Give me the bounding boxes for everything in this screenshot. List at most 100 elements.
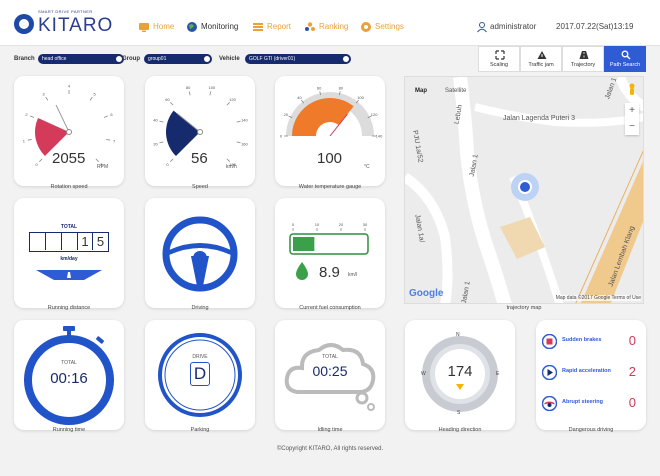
rotation-speed-caption: Rotation speed xyxy=(50,184,88,190)
user-icon xyxy=(477,22,487,33)
speed-card: 0 20 40 60 80 100 120 140 160 180 56 km/h xyxy=(145,76,255,186)
danger-count: 0 xyxy=(628,395,636,410)
gauge-tick xyxy=(226,102,230,106)
zoom-out-button[interactable]: − xyxy=(625,119,639,135)
steering-icon xyxy=(542,396,557,411)
heading-direction-card: N S E W 174 xyxy=(405,320,515,430)
gauge-tick xyxy=(170,158,174,162)
danger-row-sudden-brakes: Sudden brakes 0 xyxy=(536,327,646,357)
gauge-tick xyxy=(95,158,99,162)
rpm-value: 2055 xyxy=(52,150,86,167)
gauge-tick-label: 120 xyxy=(229,97,236,102)
gauge-tick-label: 160 xyxy=(241,141,248,146)
dangerous-driving-card: Sudden brakes 0 Rapid acceleration 2 Abr… xyxy=(536,320,646,430)
trajectory-map-caption: trajectory map xyxy=(506,305,542,311)
compass-south: S xyxy=(457,410,461,416)
speed-gauge: 020406080 100120140160180 xyxy=(153,85,248,167)
select-toggle-icon xyxy=(343,56,349,62)
traffic-jam-label: Traffic jam xyxy=(528,62,554,68)
vehicle-select[interactable]: GOLF GTI (driver01) xyxy=(245,54,351,64)
branch-select[interactable]: head office xyxy=(38,54,124,64)
gauge-tick-label: 4 xyxy=(68,84,71,89)
street-view-pegman-icon[interactable] xyxy=(627,83,637,97)
road-icon xyxy=(579,51,589,59)
trajectory-label: Trajectory xyxy=(570,62,596,68)
gauge-tick xyxy=(159,120,164,123)
steering-wheel-icon xyxy=(162,216,238,292)
trajectory-button[interactable]: Trajectory xyxy=(562,46,604,72)
group-value: group01 xyxy=(148,56,167,62)
gauge-tick-label: 1 xyxy=(23,138,26,143)
trajectory-map[interactable]: Map Satellite Jalan Lagenda Puteri 3 Jal… xyxy=(404,76,644,304)
scaling-button[interactable]: Scaling xyxy=(478,46,520,72)
branch-label: Branch xyxy=(14,56,35,62)
danger-label: Abrupt steering xyxy=(562,399,603,405)
path-search-button[interactable]: Path Search xyxy=(604,46,646,72)
vehicle-value: GOLF GTI (driver01) xyxy=(249,56,296,62)
gauge-tick-label: 5 xyxy=(93,91,96,96)
fuel-drop-icon xyxy=(296,262,308,280)
expand-icon xyxy=(495,50,505,60)
road-graphic-icon xyxy=(36,270,102,280)
gauge-tick xyxy=(236,120,241,123)
traffic-jam-button[interactable]: Traffic jam xyxy=(520,46,562,72)
fuel-tick-label: 10 xyxy=(315,222,320,227)
search-icon xyxy=(621,50,631,60)
kitaro-logo[interactable]: SMART DRIVE PARTNER KITARO xyxy=(14,9,122,39)
fuel-bar-fill xyxy=(293,237,315,251)
group-select[interactable]: group01 xyxy=(144,54,212,64)
rpm-hub xyxy=(66,129,72,135)
running-distance-card: TOTAL 1 5 km/day xyxy=(14,198,124,308)
running-distance-caption: Running distance xyxy=(47,305,91,311)
heading-direction-caption: Heading direction xyxy=(438,427,482,433)
header-bar: SMART DRIVE PARTNER KITARO Home Monitori… xyxy=(0,0,660,46)
user-name: administrator xyxy=(490,22,537,31)
gear-icon xyxy=(361,22,371,32)
parking-caption: Parking xyxy=(190,427,210,433)
water-temp-card: 0 20 40 60 80 100 120 140 100 °C xyxy=(275,76,385,186)
compass-north: N xyxy=(456,332,460,338)
copyright-footer: ©Copyright KITARO, All rights reserved. xyxy=(276,446,384,452)
running-time-caption: Running time xyxy=(52,427,86,433)
idling-total-label: TOTAL xyxy=(322,354,338,360)
danger-row-abrupt-steering: Abrupt steering 0 xyxy=(536,389,646,419)
danger-row-rapid-acceleration: Rapid acceleration 2 xyxy=(536,358,646,388)
select-toggle-icon xyxy=(204,56,210,62)
zoom-control: + − xyxy=(625,103,639,135)
monitor-icon xyxy=(139,23,149,32)
gauge-tick-label: 40 xyxy=(153,118,158,123)
nav-settings-label: Settings xyxy=(375,22,404,31)
branch-value: head office xyxy=(42,56,67,62)
fuel-value: 8.9 xyxy=(319,264,340,281)
parking-drive-label: DRIVE xyxy=(192,354,208,360)
temp-value: 100 xyxy=(317,150,343,167)
gauge-tick-label: 0 xyxy=(280,134,283,139)
gauge-tick xyxy=(236,141,241,144)
brake-icon xyxy=(542,334,557,349)
fuel-bar-gauge: 0 10 20 30 xyxy=(289,222,369,280)
gauge-tick-label: 0 xyxy=(166,162,169,167)
gauge-tick-label: 80 xyxy=(339,86,344,91)
gauge-tick xyxy=(103,115,108,118)
zoom-in-button[interactable]: + xyxy=(625,103,639,119)
vehicle-label: Vehicle xyxy=(219,56,240,62)
gauge-tick-label: 0 xyxy=(35,162,38,167)
logo-text: KITARO xyxy=(38,15,114,36)
running-time-total-label: TOTAL xyxy=(61,360,77,366)
gauge-tick xyxy=(170,102,174,106)
idling-time-card: TOTAL 00:25 xyxy=(275,320,385,430)
gauge-tick-label: 100 xyxy=(357,95,364,100)
driving-caption: Driving xyxy=(191,305,209,311)
heading-value: 174 xyxy=(447,363,473,380)
fuel-tick-label: 20 xyxy=(339,222,344,227)
rpm-unit: RPM xyxy=(97,164,109,170)
gauge-tick-label: 3 xyxy=(42,91,45,96)
driving-card xyxy=(145,198,255,308)
fuel-unit: km/l xyxy=(348,272,358,278)
fuel-tick-label: 0 xyxy=(292,222,295,227)
danger-count: 0 xyxy=(628,333,636,348)
acceleration-icon xyxy=(542,365,557,380)
gauge-tick xyxy=(188,91,191,96)
map-attribution[interactable]: Map data ©2017 Google Terms of Use xyxy=(555,295,641,301)
gauge-tick-label: 140 xyxy=(241,118,248,123)
